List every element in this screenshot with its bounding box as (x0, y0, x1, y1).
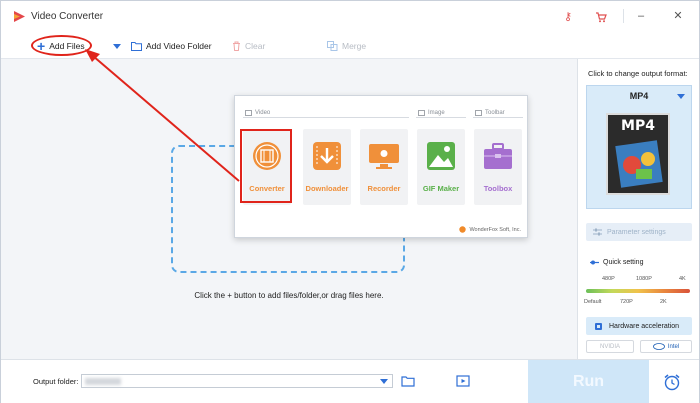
title-divider (623, 9, 624, 23)
quality-2k: 2K (660, 299, 667, 305)
add-video-folder-label: Add Video Folder (146, 41, 212, 51)
merge-button[interactable]: Merge (327, 39, 366, 53)
folder-icon (131, 42, 142, 51)
toolbox-tool[interactable]: Toolbox (474, 129, 522, 205)
intel-logo-icon (652, 343, 665, 350)
output-folder-path-redacted (85, 378, 121, 385)
image-group-label: Image (418, 110, 445, 116)
app-logo-icon (14, 11, 25, 22)
cart-icon[interactable] (594, 11, 608, 23)
parameter-settings-label: Parameter settings (607, 228, 666, 236)
app-window: Video Converter ⚷ – ✕ + Add Files Add Vi… (0, 0, 700, 403)
hardware-acceleration-label: Hardware acceleration (609, 322, 680, 330)
minimize-button[interactable]: – (634, 9, 648, 23)
download-icon (313, 142, 341, 170)
clear-button[interactable]: Clear (232, 39, 265, 53)
mp4-format-icon: MP4 (606, 113, 670, 195)
nvidia-label: NVIDIA (599, 343, 620, 350)
brand-text: WonderFox Soft, Inc. (469, 226, 521, 233)
downloader-tool[interactable]: Downloader (303, 129, 351, 205)
slider-icon (590, 260, 599, 265)
recorder-tool[interactable]: Recorder (360, 129, 408, 205)
chevron-down-icon (677, 94, 685, 99)
quality-default: Default (584, 299, 602, 305)
chevron-down-icon (113, 43, 121, 49)
video-group-divider (243, 117, 409, 118)
image-icon (418, 110, 425, 116)
drop-hint: Click the + button to add files/folder,o… (194, 291, 384, 300)
format-name: MP4 (629, 91, 649, 101)
intel-label: Intel (667, 343, 680, 350)
recorder-label: Recorder (367, 184, 401, 193)
gif-maker-label: GIF Maker (422, 184, 460, 193)
video-group-label: Video (245, 110, 270, 116)
clear-label: Clear (245, 41, 266, 51)
intel-option[interactable]: Intel (640, 340, 692, 353)
close-button[interactable]: ✕ (671, 9, 685, 23)
open-folder-icon[interactable] (401, 375, 415, 387)
output-format-panel: Click to change output format: MP4 MP4 P… (577, 59, 699, 359)
image-icon (427, 142, 455, 170)
trash-icon (233, 41, 240, 51)
film-strip-icon (615, 140, 663, 188)
converter-highlight (240, 129, 292, 203)
output-format-selector[interactable]: MP4 MP4 (586, 85, 692, 209)
toolbar: + Add Files Add Video Folder Clear Merge (1, 33, 699, 59)
downloader-label: Downloader (305, 184, 349, 193)
quality-720p: 720P (620, 299, 633, 305)
gif-maker-tool[interactable]: GIF Maker (417, 129, 465, 205)
chevron-down-icon (380, 379, 388, 384)
key-icon[interactable]: ⚷ (561, 11, 575, 23)
add-files-highlight (31, 35, 92, 56)
video-icon (245, 110, 252, 116)
toolbar-icon (475, 110, 482, 116)
sliders-icon (593, 228, 602, 236)
toolbox-icon (484, 143, 512, 169)
quality-slider[interactable] (586, 289, 690, 293)
output-format-title: Click to change output format: (588, 69, 688, 78)
video-folder-icon[interactable] (456, 375, 470, 387)
output-folder-label: Output folder: (33, 377, 79, 386)
quick-setting-title: Quick setting (590, 259, 643, 266)
title-bar: Video Converter ⚷ – ✕ (1, 1, 699, 33)
bottom-bar: Output folder: Run (1, 359, 699, 403)
merge-icon (327, 41, 338, 51)
brand-footer: WonderFox Soft, Inc. (459, 226, 521, 233)
output-folder-select[interactable] (81, 374, 393, 388)
add-files-dropdown[interactable] (113, 39, 121, 53)
quality-4k: 4K (679, 276, 686, 282)
alarm-clock-icon[interactable] (663, 373, 681, 391)
quality-480p: 480P (602, 276, 615, 282)
add-video-folder-button[interactable]: Add Video Folder (131, 39, 212, 53)
quality-1080p: 1080P (636, 276, 652, 282)
format-badge-text: MP4 (621, 118, 655, 134)
run-button[interactable]: Run (528, 360, 649, 403)
toolbox-label: Toolbox (483, 184, 513, 193)
chip-icon (595, 322, 602, 330)
hardware-acceleration-button[interactable]: Hardware acceleration (586, 317, 692, 335)
wonderfox-logo-icon (459, 226, 467, 233)
nvidia-option[interactable]: NVIDIA (586, 340, 634, 353)
image-group-divider (416, 117, 466, 118)
merge-label: Merge (342, 41, 367, 51)
parameter-settings-button[interactable]: Parameter settings (586, 223, 692, 241)
toolbar-group-divider (473, 117, 523, 118)
window-title: Video Converter (31, 11, 104, 22)
screen-record-icon (369, 144, 399, 169)
toolbar-group-label: Toolbar (475, 110, 505, 116)
